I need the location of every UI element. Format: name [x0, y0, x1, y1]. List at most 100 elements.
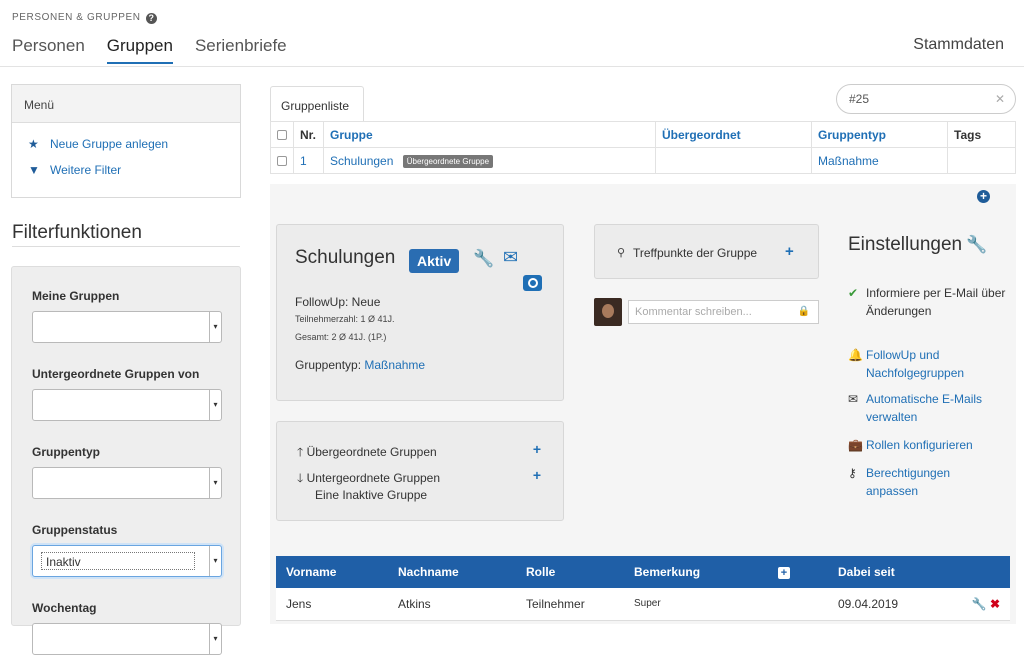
arrow-up-icon: 🡑 — [297, 445, 304, 459]
group-type-link[interactable]: Maßnahme — [364, 358, 425, 372]
wrench-icon[interactable]: 🔧 — [972, 597, 987, 611]
envelope-icon[interactable]: ✉ — [503, 247, 518, 268]
help-icon[interactable]: ? — [146, 13, 157, 24]
key-icon: ⚷ — [848, 466, 857, 480]
col-rolle[interactable]: Rolle — [516, 556, 624, 588]
row-group[interactable]: Schulungen Übergeordnete Gruppe — [323, 147, 656, 174]
col-bemerkung[interactable]: Bemerkung — [624, 556, 768, 588]
settings-link-roles[interactable]: 💼 Rollen konfigurieren — [848, 436, 1008, 454]
col-actions — [958, 556, 1010, 588]
row-parent — [655, 147, 812, 174]
add-meeting-button[interactable]: + — [785, 243, 794, 260]
map-pin-icon: ⚲ — [617, 247, 626, 259]
clear-icon[interactable]: ✕ — [995, 92, 1005, 106]
child-group-link[interactable]: Eine Inaktive Gruppe — [315, 488, 427, 502]
col-nr[interactable]: Nr. — [293, 121, 324, 148]
col-vorname[interactable]: Vorname — [276, 556, 388, 588]
followup-text: FollowUp: Neue — [295, 295, 381, 309]
status-badge[interactable]: Aktiv — [409, 249, 460, 273]
filter-label-wochentag: Wochentag — [32, 601, 97, 615]
table-row[interactable]: 1 Schulungen Übergeordnete Gruppe Maßnah… — [270, 147, 1016, 174]
participants-text: Teilnehmerzahl: 1 Ø 41J. — [295, 314, 395, 324]
group-badge: Übergeordnete Gruppe — [402, 154, 494, 168]
envelope-icon: ✉ — [848, 392, 859, 406]
filter-label-gruppenstatus: Gruppenstatus — [32, 523, 118, 537]
select-meine-gruppen[interactable]: ▾ — [32, 311, 222, 343]
camera-icon[interactable] — [523, 275, 542, 291]
settings-title: Einstellungen 🔧 — [848, 234, 988, 255]
lock-icon[interactable]: 🔒 — [798, 306, 810, 317]
col-gruppe[interactable]: Gruppe — [323, 121, 656, 148]
cell-rolle: Teilnehmer — [516, 588, 624, 621]
filter-divider — [12, 246, 240, 247]
check-icon: ✔ — [848, 286, 859, 300]
arrow-down-icon: 🡓 — [297, 471, 304, 485]
tab-personen[interactable]: Personen — [12, 36, 85, 64]
cell-seit: 09.04.2019 — [828, 588, 958, 621]
filter-label-untergeordnete: Untergeordnete Gruppen von — [32, 367, 200, 381]
plus-square-icon: + — [778, 567, 790, 579]
row-actions: 🔧 ✖ — [958, 588, 1010, 621]
chevron-down-icon: ▾ — [209, 390, 221, 420]
filter-label-gruppentyp: Gruppentyp — [32, 445, 100, 459]
meeting-label: Treffpunkte der Gruppe — [633, 246, 758, 260]
total-text: Gesamt: 2 Ø 41J. (1P.) — [295, 332, 387, 342]
settings-link-followup[interactable]: 🔔 FollowUp und Nachfolgegruppen — [848, 346, 988, 382]
select-gruppentyp[interactable]: ▾ — [32, 467, 222, 499]
group-card: Schulungen Aktiv 🔧 ✉ FollowUp: Neue Teil… — [276, 224, 564, 401]
cell-nachname: Atkins — [388, 588, 516, 621]
add-parent-button[interactable]: + — [533, 441, 541, 457]
row-type[interactable]: Maßnahme — [811, 147, 948, 174]
meeting-card: ⚲ Treffpunkte der Gruppe + — [594, 224, 819, 279]
cell-vorname: Jens — [276, 588, 388, 621]
menu-item-more-filters[interactable]: ▼ Weitere Filter — [12, 157, 240, 183]
filter-panel: Meine Gruppen ▾ Untergeordnete Gruppen v… — [11, 266, 241, 655]
filter-icon: ▼ — [28, 163, 40, 177]
row-checkbox[interactable] — [270, 147, 294, 174]
select-wochentag[interactable]: ▾ — [32, 623, 222, 655]
search-input[interactable]: #25 ✕ — [836, 84, 1016, 114]
col-tags: Tags — [947, 121, 1016, 148]
group-type: Gruppentyp: Maßnahme — [295, 358, 426, 372]
comment-input[interactable]: Kommentar schreiben... 🔒 — [628, 300, 819, 324]
col-uebergeordnet[interactable]: Übergeordnet — [655, 121, 812, 148]
row-nr[interactable]: 1 — [293, 147, 324, 174]
avatar — [594, 298, 622, 326]
col-nachname[interactable]: Nachname — [388, 556, 516, 588]
header-divider — [0, 66, 1024, 67]
chevron-down-icon: ▾ — [209, 312, 221, 342]
settings-link-emails[interactable]: ✉ Automatische E-Mails verwalten — [848, 390, 1008, 426]
chevron-down-icon: ▾ — [209, 468, 221, 498]
parent-groups: 🡑 Übergeordnete Gruppen — [297, 445, 437, 459]
wrench-icon[interactable]: 🔧 — [966, 235, 987, 254]
briefcase-icon: 💼 — [848, 438, 863, 452]
bell-icon: 🔔 — [848, 348, 863, 362]
group-table: Nr. Gruppe Übergeordnet Gruppentyp Tags … — [270, 121, 1016, 174]
members-table: Vorname Nachname Rolle Bemerkung + Dabei… — [276, 556, 1010, 621]
tab-gruppen[interactable]: Gruppen — [106, 36, 173, 64]
settings-panel: Einstellungen 🔧 ✔ Informiere per E-Mail ü… — [848, 234, 1008, 498]
filter-title: Filterfunktionen — [12, 222, 142, 243]
delete-icon[interactable]: ✖ — [990, 597, 1000, 611]
row-tags — [947, 147, 1016, 174]
plus-circle-icon[interactable]: + — [977, 190, 990, 203]
inform-email-toggle[interactable]: ✔ Informiere per E-Mail über Änderungen — [848, 284, 1008, 320]
settings-link-permissions[interactable]: ⚷ Berechtigungen anpassen — [848, 464, 988, 500]
select-untergeordnete[interactable]: ▾ — [32, 389, 222, 421]
stammdaten-link[interactable]: Stammdaten — [913, 36, 1004, 54]
tab-serienbriefe[interactable]: Serienbriefe — [195, 36, 287, 64]
select-gruppenstatus[interactable]: Inaktiv ▾ — [32, 545, 222, 577]
select-all-checkbox[interactable] — [270, 121, 294, 148]
select-value: Inaktiv — [41, 552, 195, 570]
col-dabei-seit[interactable]: Dabei seit — [828, 556, 958, 588]
col-gruppentyp[interactable]: Gruppentyp — [811, 121, 948, 148]
star-icon: ★ — [28, 137, 39, 151]
table-row[interactable]: Jens Atkins Teilnehmer Super 09.04.2019 … — [276, 588, 1010, 621]
main-nav: Personen Gruppen Serienbriefe — [12, 36, 287, 64]
tab-gruppenliste[interactable]: Gruppenliste — [270, 86, 364, 121]
wrench-icon[interactable]: 🔧 — [473, 249, 494, 269]
menu-item-new-group[interactable]: ★ Neue Gruppe anlegen — [12, 131, 240, 157]
add-child-button[interactable]: + — [533, 467, 541, 483]
chevron-down-icon: ▾ — [209, 546, 221, 576]
add-member-button[interactable]: + — [768, 556, 828, 588]
